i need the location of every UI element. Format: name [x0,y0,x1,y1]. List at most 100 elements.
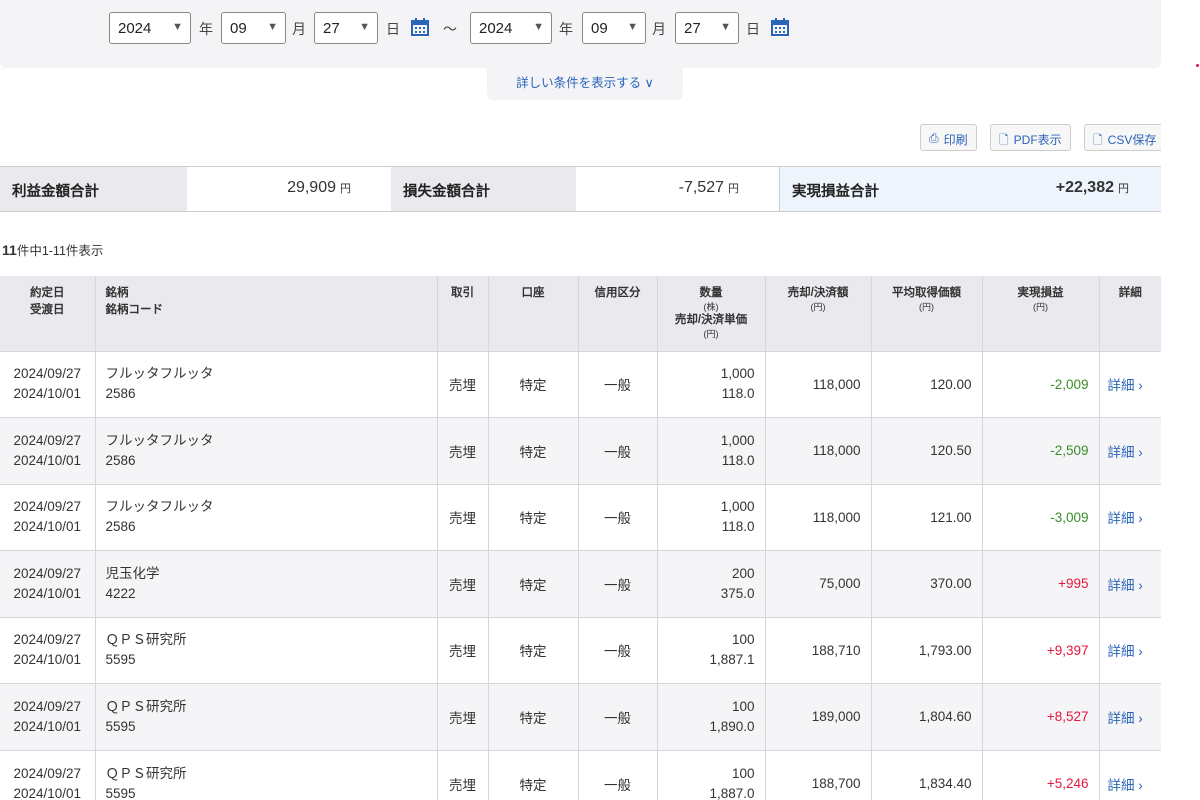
qty-price-cell: 100 1,887.1 [656,616,765,684]
print-label: 印刷 [943,133,968,147]
table-row: 2024/09/27 2024/10/01 ＱＰＳ研究所 5595 売埋 特定 一般… [0,616,1161,684]
pl-cell: +8,527 [981,683,1099,750]
account-cell: 特定 [487,350,578,418]
avg-cost-cell: 120.50 [870,417,982,484]
trade-cell: 売埋 [436,616,488,684]
table-row: 2024/09/27 2024/10/01 フルッタフルッタ 2586 売埋 特定 … [0,417,1161,484]
amount-cell: 188,700 [764,749,871,800]
chevron-right-icon: › [1138,378,1143,394]
detail-link[interactable]: 詳細 › [1098,350,1161,418]
avg-cost-cell: 121.00 [870,483,982,551]
detail-link[interactable]: 詳細 › [1098,616,1161,684]
avg-cost-cell: 1,834.40 [870,749,982,800]
year-label: 年 [199,21,213,37]
account-cell: 特定 [487,616,578,684]
summary-bar: 利益金額合計 29,909 円 損失金額合計 -7,527 円 実現損益合計 +22… [0,166,1161,212]
profit-total-value: 29,909 円 [187,167,391,211]
range-tilde: ～ [443,21,457,37]
detail-link[interactable]: 詳細 › [1098,683,1161,750]
trade-cell: 売埋 [436,683,488,750]
dates-cell: 2024/09/27 2024/10/01 [0,417,95,484]
header-detail: 詳細 [1098,276,1161,351]
qty-price-cell: 1,000 118.0 [656,417,765,484]
qty-price-cell: 200 375.0 [656,550,765,617]
table-row: 2024/09/27 2024/10/01 児玉化学 4222 売埋 特定 一般 2… [0,550,1161,617]
detail-link[interactable]: 詳細 › [1098,483,1161,551]
chevron-right-icon: › [1138,644,1143,660]
stock-cell: ＱＰＳ研究所 5595 [94,616,437,684]
chevron-right-icon: › [1138,577,1143,593]
printer-icon: ⎙ [929,131,939,145]
to-year-select[interactable]: 2024 [470,12,552,44]
stock-cell: フルッタフルッタ 2586 [94,350,437,418]
margin-cell: 一般 [577,550,657,617]
pl-cell: +995 [981,550,1099,617]
header-name: 銘柄 銘柄コード [94,276,437,351]
print-button[interactable]: ⎙ 印刷 [920,124,977,151]
csv-file-icon: 🗋 [1093,133,1103,147]
header-margin: 信用区分 [577,276,657,351]
account-cell: 特定 [487,683,578,750]
pl-cell: -3,009 [981,483,1099,551]
day-label: 日 [386,21,400,37]
avg-cost-cell: 1,793.00 [870,616,982,684]
margin-cell: 一般 [577,616,657,684]
year-label: 年 [559,21,573,37]
date-filter: 2024 年 09 月 27 日 ～ 2024 年 09 月 27 日 [0,0,1161,68]
day-label: 日 [746,21,760,37]
from-year-select[interactable]: 2024 [109,12,191,44]
account-cell: 特定 [487,749,578,800]
pl-cell: -2,009 [981,350,1099,418]
loss-total-label: 損失金額合計 [391,167,576,211]
margin-cell: 一般 [577,350,657,418]
qty-price-cell: 100 1,890.0 [656,683,765,750]
stock-cell: フルッタフルッタ 2586 [94,417,437,484]
month-label: 月 [652,21,666,37]
amount-cell: 118,000 [764,483,871,551]
account-cell: 特定 [487,417,578,484]
qty-price-cell: 100 1,887.0 [656,749,765,800]
trade-cell: 売埋 [436,350,488,418]
header-avg: 平均取得価額 (円) [870,276,982,351]
to-day-select[interactable]: 27 [675,12,739,44]
loss-total-value: -7,527 円 [576,167,780,211]
stock-cell: ＱＰＳ研究所 5595 [94,749,437,800]
csv-button[interactable]: 🗋 CSV保存 [1084,124,1161,151]
avg-cost-cell: 370.00 [870,550,982,617]
detail-link[interactable]: 詳細 › [1098,749,1161,800]
show-more-conditions-button[interactable]: 詳しい条件を表示する ∨ [487,62,683,100]
margin-cell: 一般 [577,749,657,800]
pdf-label: PDF表示 [1013,133,1062,147]
pl-cell: +9,397 [981,616,1099,684]
calendar-icon[interactable] [410,17,430,37]
net-total-label: 実現損益合計 [780,167,970,211]
margin-cell: 一般 [577,483,657,551]
account-cell: 特定 [487,483,578,551]
detail-link[interactable]: 詳細 › [1098,550,1161,617]
stock-cell: ＱＰＳ研究所 5595 [94,683,437,750]
header-qty: 数量 (株) 売却/決済単価 (円) [656,276,765,351]
pdf-button[interactable]: 🗋 PDF表示 [990,124,1071,151]
red-dot [1196,64,1199,67]
qty-price-cell: 1,000 118.0 [656,350,765,418]
trade-cell: 売埋 [436,483,488,551]
chevron-down-icon: ∨ [644,76,654,90]
to-month-select[interactable]: 09 [582,12,646,44]
chevron-right-icon: › [1138,511,1143,527]
chevron-right-icon: › [1138,710,1143,726]
from-month-select[interactable]: 09 [221,12,286,44]
table-row: 2024/09/27 2024/10/01 ＱＰＳ研究所 5595 売埋 特定 一般… [0,683,1161,750]
month-label: 月 [292,21,306,37]
amount-cell: 75,000 [764,550,871,617]
chevron-right-icon: › [1138,444,1143,460]
margin-cell: 一般 [577,417,657,484]
qty-price-cell: 1,000 118.0 [656,483,765,551]
detail-link[interactable]: 詳細 › [1098,417,1161,484]
header-amount: 売却/決済額 (円) [764,276,871,351]
calendar-icon[interactable] [770,17,790,37]
chevron-right-icon: › [1138,777,1143,793]
from-day-select[interactable]: 27 [314,12,378,44]
trade-cell: 売埋 [436,749,488,800]
stock-cell: フルッタフルッタ 2586 [94,483,437,551]
stock-cell: 児玉化学 4222 [94,550,437,617]
